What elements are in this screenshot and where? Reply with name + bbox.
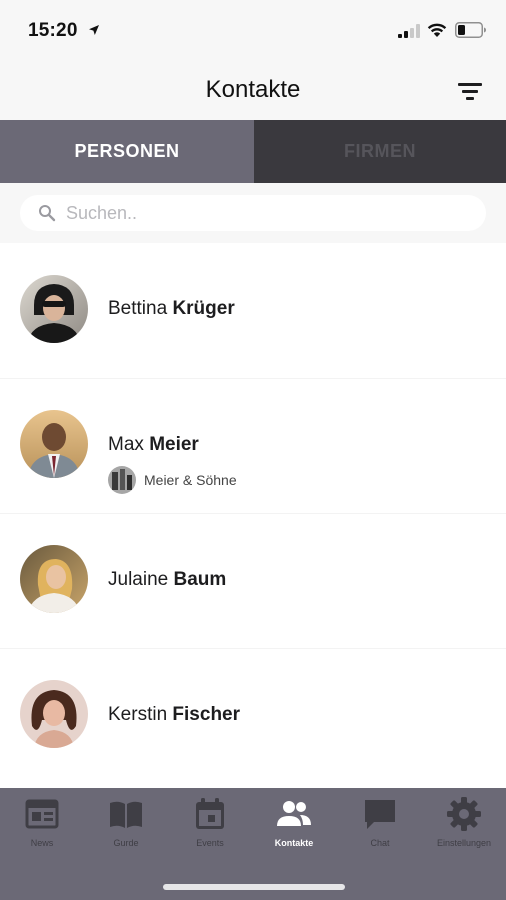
tab-news[interactable]: News bbox=[0, 796, 84, 862]
tab-gurde[interactable]: Gurde bbox=[84, 796, 168, 862]
tab-label: Gurde bbox=[113, 838, 139, 848]
status-bar: 15:20 bbox=[0, 0, 506, 60]
filter-icon bbox=[458, 83, 482, 100]
tab-personen[interactable]: PERSONEN bbox=[0, 120, 254, 183]
wifi-icon bbox=[427, 23, 447, 37]
tab-events[interactable]: Events bbox=[168, 796, 252, 862]
cellular-signal-icon bbox=[398, 24, 420, 38]
tab-label: Kontakte bbox=[274, 838, 314, 848]
location-arrow-icon bbox=[89, 25, 99, 35]
avatar bbox=[20, 680, 88, 748]
contact-name: Kerstin Fischer bbox=[108, 704, 241, 725]
tab-label: News bbox=[30, 838, 54, 848]
tab-kontakte[interactable]: Kontakte bbox=[252, 796, 336, 862]
avatar bbox=[20, 545, 88, 613]
tab-einstellungen[interactable]: Einstellungen bbox=[422, 796, 506, 862]
company-info: Meier & Söhne bbox=[108, 466, 237, 494]
tab-label: Einstellungen bbox=[436, 838, 492, 848]
tab-chat[interactable]: Chat bbox=[338, 796, 422, 862]
status-time: 15:20 bbox=[28, 20, 78, 41]
tab-firmen[interactable]: FIRMEN bbox=[254, 120, 506, 183]
contact-row[interactable]: Max Meier Meier & Söhne bbox=[0, 378, 506, 513]
filter-button[interactable] bbox=[456, 78, 484, 104]
navigation-bar: Kontakte bbox=[0, 60, 506, 120]
tab-label: Chat bbox=[370, 838, 390, 848]
calendar-icon bbox=[196, 798, 224, 829]
avatar bbox=[20, 410, 88, 478]
tab-bar: News Gurde Events Kontakte Chat Einstell… bbox=[0, 788, 506, 900]
book-icon bbox=[110, 801, 142, 828]
tab-label: Events bbox=[196, 838, 224, 848]
contact-name: Julaine Baum bbox=[108, 569, 227, 590]
gear-icon bbox=[447, 797, 481, 831]
search-area bbox=[0, 183, 506, 243]
people-icon bbox=[277, 801, 311, 826]
contact-name: Bettina Krüger bbox=[108, 298, 235, 319]
search-icon bbox=[39, 205, 56, 222]
page-title: Kontakte bbox=[205, 76, 301, 103]
battery-icon bbox=[455, 22, 486, 38]
contact-row[interactable]: Kerstin Fischer bbox=[0, 648, 506, 783]
chat-bubble-icon bbox=[365, 800, 395, 829]
company-name: Meier & Söhne bbox=[144, 472, 237, 488]
home-indicator bbox=[163, 884, 345, 890]
search-input[interactable] bbox=[66, 195, 466, 231]
segmented-control: PERSONEN FIRMEN bbox=[0, 120, 506, 183]
contact-row[interactable]: Julaine Baum bbox=[0, 513, 506, 648]
company-logo bbox=[108, 466, 136, 494]
contact-row[interactable]: Bettina Krüger bbox=[0, 243, 506, 378]
avatar bbox=[20, 275, 88, 343]
search-box bbox=[20, 195, 486, 231]
contact-name: Max Meier bbox=[108, 434, 199, 455]
newspaper-icon bbox=[25, 799, 59, 829]
